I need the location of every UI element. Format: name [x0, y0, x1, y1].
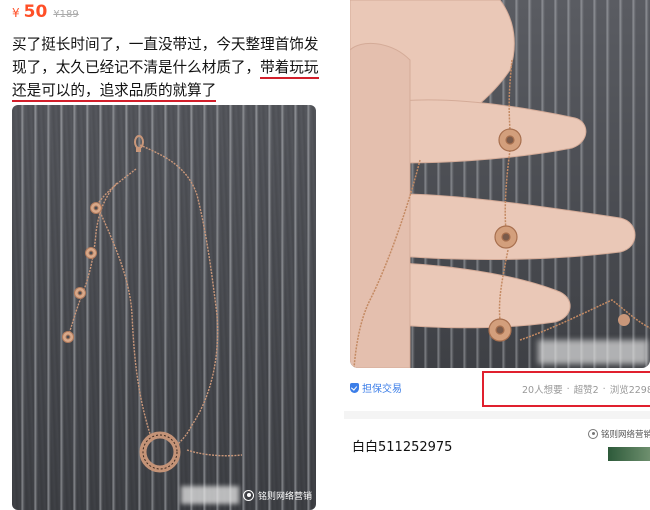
clasp-icon [134, 135, 144, 152]
description-line-1: 买了挺长时间了，一直没带过，今天整理首饰发 [12, 36, 319, 53]
underlined-text: 还是可以的，追求品质的就算了 [12, 82, 217, 102]
stats-separator: · [566, 383, 570, 395]
blurred-area [538, 340, 648, 364]
wechat-logo-icon [588, 429, 598, 439]
hand-holding-chain-illustration [350, 0, 650, 368]
shield-check-icon [350, 382, 359, 393]
section-gap [344, 411, 650, 419]
listing-description: 买了挺长时间了，一直没带过，今天整理首饰发 现了，太久已经记不清是什么材质了，带… [12, 33, 319, 102]
detail-panel: 担保交易 20人想要 · 超赞2 · 浏览2298 白白511252975 铭则… [344, 0, 650, 510]
product-photo-necklace[interactable] [12, 105, 316, 510]
watermark: 铭则网络营销 [181, 484, 312, 506]
watermark-text: 铭则网络营销 [258, 491, 313, 502]
guarantee-label: 担保交易 [362, 384, 402, 395]
wechat-logo-icon [243, 489, 254, 501]
original-price: ¥189 [53, 9, 79, 20]
listing-card: ¥ 50 ¥189 买了挺长时间了，一直没带过，今天整理首饰发 现了，太久已经记… [0, 0, 330, 510]
seller-thumbnail[interactable] [608, 447, 650, 461]
super-likes-count: 超赞2 [573, 385, 599, 396]
wants-count: 20人想要 [522, 385, 563, 396]
watermark: 铭则网络营销 [588, 428, 650, 440]
stats-separator: · [602, 383, 606, 395]
seller-name[interactable]: 白白511252975 [352, 436, 452, 455]
listing-stats: 20人想要 · 超赞2 · 浏览2298 [482, 371, 650, 407]
price-currency: ¥ [12, 6, 20, 20]
price-value: 50 [23, 2, 48, 22]
underlined-text: 带着玩玩 [260, 59, 319, 79]
guarantee-badge[interactable]: 担保交易 [350, 380, 402, 395]
necklace-illustration [62, 135, 243, 473]
description-line-2: 现了，太久已经记不清是什么材质了，带着玩玩 [12, 56, 319, 79]
panel-divider [330, 0, 344, 510]
product-photo-hand[interactable] [350, 0, 650, 368]
blurred-area [181, 486, 239, 504]
pendant-ring-icon [139, 431, 181, 473]
description-line-3: 还是可以的，追求品质的就算了 [12, 79, 317, 102]
views-count: 浏览2298 [609, 385, 650, 396]
price-row: ¥ 50 ¥189 [12, 2, 79, 24]
watermark-text: 铭则网络营销 [601, 430, 650, 440]
